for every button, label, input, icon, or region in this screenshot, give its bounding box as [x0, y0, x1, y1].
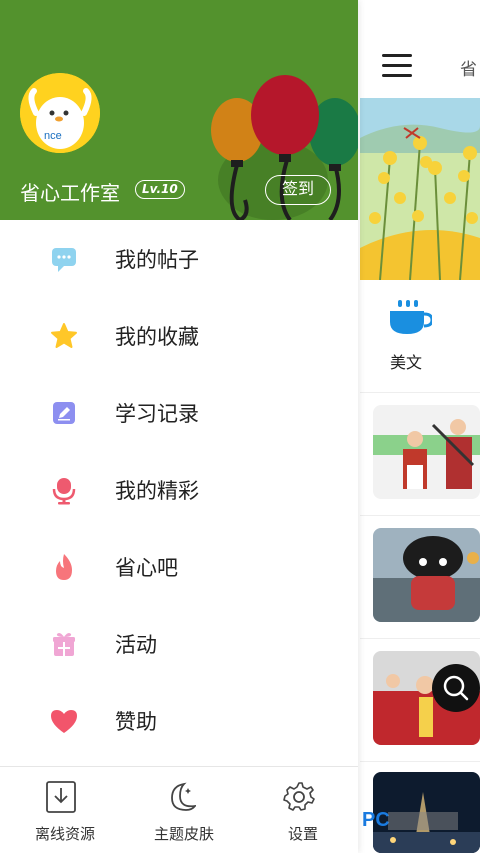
article-thumbnail[interactable]: [373, 528, 480, 622]
level-badge: Lv.10: [135, 180, 185, 199]
category-label: 美文: [390, 353, 423, 372]
menu-item-activities[interactable]: 活动: [0, 605, 358, 682]
menu-item-study-records[interactable]: 学习记录: [0, 374, 358, 451]
gift-icon: [49, 629, 79, 659]
theme-skin-button[interactable]: 主题皮肤: [124, 767, 234, 853]
background-title: 省: [460, 60, 477, 80]
flame-icon: [49, 552, 79, 582]
menu-item-my-highlights[interactable]: 我的精彩: [0, 451, 358, 528]
tool-label: 离线资源: [34, 825, 95, 843]
microphone-icon: [49, 475, 79, 505]
divider: [360, 515, 480, 516]
menu-hamburger-icon[interactable]: [382, 54, 412, 77]
menu-item-sponsor[interactable]: 赞助: [0, 682, 358, 759]
divider: [360, 392, 480, 393]
banner-image[interactable]: [360, 98, 480, 280]
watermark-text: PC: [362, 809, 390, 831]
heart-icon: [49, 706, 79, 736]
menu-label: 省心吧: [115, 556, 178, 580]
menu-label: 赞助: [115, 710, 157, 734]
search-fab-button[interactable]: [432, 664, 480, 712]
navigation-drawer: nce 省心工作室 Lv.10 签到 我的帖子 我的收藏 学习记录 我的精彩 省…: [0, 0, 358, 853]
star-icon: [49, 321, 79, 351]
avatar-text: nce: [44, 130, 62, 142]
divider: [360, 761, 480, 762]
drawer-menu: 我的帖子 我的收藏 学习记录 我的精彩 省心吧 活动 赞助: [0, 220, 358, 759]
divider: [360, 638, 480, 639]
menu-label: 我的帖子: [115, 248, 199, 272]
coffee-cup-icon: [390, 300, 432, 334]
menu-item-shengxin-bar[interactable]: 省心吧: [0, 528, 358, 605]
chat-bubble-icon: [49, 244, 79, 274]
drawer-bottom-bar: 离线资源 主题皮肤 设置: [0, 766, 358, 853]
edit-note-icon: [49, 398, 79, 428]
offline-resources-button[interactable]: 离线资源: [5, 767, 115, 853]
tool-label: 设置: [287, 825, 318, 843]
download-box-icon: [46, 781, 76, 813]
checkin-button[interactable]: 签到: [265, 175, 331, 205]
settings-button[interactable]: 设置: [243, 767, 353, 853]
menu-label: 学习记录: [115, 402, 199, 426]
menu-label: 我的收藏: [115, 325, 199, 349]
username: 省心工作室: [20, 181, 120, 205]
menu-item-my-favorites[interactable]: 我的收藏: [0, 297, 358, 374]
menu-label: 我的精彩: [115, 479, 199, 503]
menu-label: 活动: [115, 633, 157, 657]
article-thumbnail[interactable]: [373, 405, 480, 499]
category-meiwen[interactable]: 美文: [360, 280, 480, 390]
profile-header: nce 省心工作室 Lv.10 签到: [0, 0, 358, 220]
gear-icon: [283, 782, 315, 811]
avatar[interactable]: nce: [20, 73, 100, 153]
search-icon: [443, 675, 469, 701]
tool-label: 主题皮肤: [153, 825, 214, 843]
moon-stars-icon: [171, 782, 196, 811]
background-top-bar: [360, 0, 480, 98]
menu-item-my-posts[interactable]: 我的帖子: [0, 220, 358, 297]
